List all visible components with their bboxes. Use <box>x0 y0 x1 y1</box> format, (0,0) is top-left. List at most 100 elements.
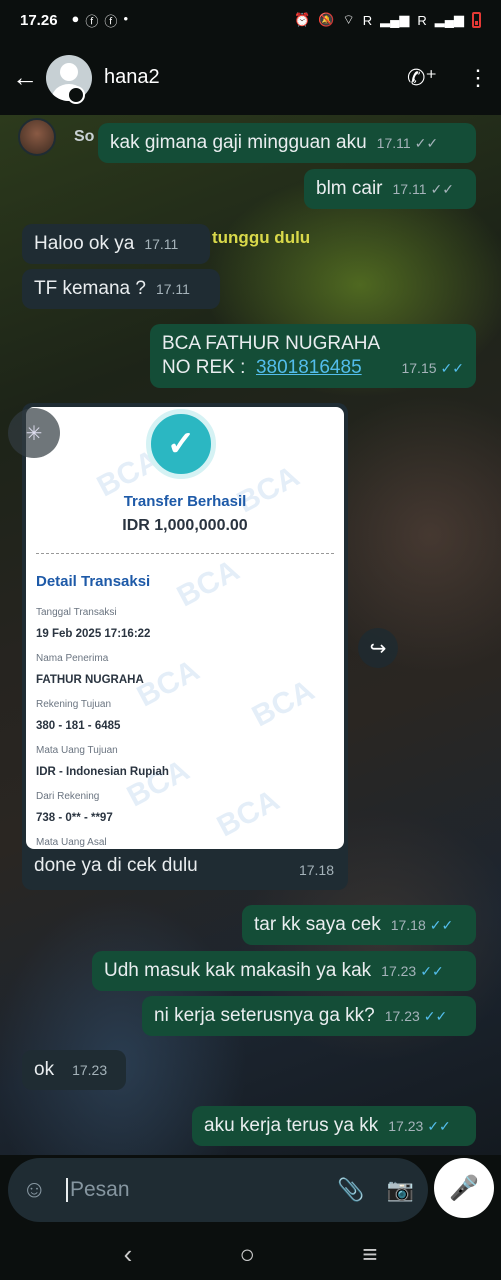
paperclip-icon[interactable]: 📎 <box>337 1177 364 1203</box>
double-check-icon: ✓✓ <box>423 1008 448 1024</box>
message-time: 17.18 <box>390 917 426 933</box>
message-text: Udh masuk kak makasih ya kak <box>104 960 372 981</box>
receipt-title: Transfer Berhasil <box>123 493 247 510</box>
chat-notification-icon: ● <box>71 10 80 26</box>
arrow-left-icon[interactable]: ← <box>12 62 42 93</box>
message-time: 17.11 <box>144 236 179 252</box>
signal-label-2: R <box>417 12 427 28</box>
receipt-label: Nama Penerima <box>36 653 109 664</box>
message-outgoing[interactable]: kak gimana gaji mingguan aku 17.11 ✓✓ <box>98 123 476 163</box>
story-label: So <box>74 128 95 145</box>
chat-header: ← hana2 ✆⁺ ⋮ <box>0 40 501 115</box>
system-nav-bar: ‹ ○ ≡ <box>0 1228 501 1280</box>
nav-home-icon[interactable]: ○ <box>239 1239 255 1270</box>
wallpaper-text: tunggu dulu <box>212 228 311 247</box>
receipt-section-title: Detail Transaksi <box>36 573 151 590</box>
message-outgoing-account[interactable]: BCA FATHUR NUGRAHA NO REK : 3801816485 1… <box>150 324 476 388</box>
receipt-label: Tanggal Transaksi <box>36 607 117 618</box>
message-text: blm cair <box>316 178 383 199</box>
receipt-label: Mata Uang Asal <box>36 837 107 848</box>
watermark: BCA <box>211 783 285 844</box>
watermark: BCA <box>121 753 195 814</box>
alarm-icon: ⏰ <box>294 12 311 27</box>
message-time: 17.23 <box>384 1008 420 1024</box>
facebook-icon-2: ⓕ <box>104 13 118 29</box>
status-ring-icon <box>67 86 85 104</box>
nav-back-icon[interactable]: ‹ <box>124 1239 133 1270</box>
message-text: TF kemana ? <box>34 278 146 299</box>
account-number-link[interactable]: 3801816485 <box>256 356 362 380</box>
receipt-label: Rekening Tujuan <box>36 699 112 710</box>
status-time: 17.26 <box>20 11 58 29</box>
message-time: 17.11 <box>392 181 427 197</box>
nav-recents-icon[interactable]: ≡ <box>362 1239 377 1270</box>
message-incoming[interactable]: TF kemana ? 17.11 <box>22 269 220 309</box>
image-message[interactable]: BCA BCA BCA BCA BCA BCA BCA ✓ Transfer B… <box>22 403 348 890</box>
mute-icon: 🔕 <box>318 12 335 27</box>
message-text: ok <box>34 1059 55 1080</box>
wifi-icon: ⌔ <box>342 12 355 27</box>
microphone-icon[interactable]: 🎤 <box>434 1158 494 1218</box>
receipt-divider <box>36 553 334 554</box>
notification-icons: ● ⓕ ⓕ • <box>72 11 128 30</box>
check-circle-icon: ✓ <box>146 409 216 479</box>
message-time: 17.23 <box>381 963 417 979</box>
watermark: BCA <box>246 673 320 734</box>
double-check-icon: ✓✓ <box>440 360 464 376</box>
message-outgoing[interactable]: tar kk saya cek 17.18 ✓✓ <box>242 905 476 945</box>
add-call-icon[interactable]: ✆⁺ <box>407 65 437 91</box>
contact-name[interactable]: hana2 <box>104 66 160 89</box>
message-time: 17.23 <box>388 1118 424 1134</box>
double-check-icon: ✓✓ <box>414 135 439 151</box>
message-time: 17.15 <box>401 360 437 376</box>
camera-icon[interactable]: 📷 <box>387 1177 414 1203</box>
double-check-icon: ✓✓ <box>430 181 454 197</box>
message-text: aku kerja terus ya kk <box>204 1115 379 1136</box>
signal-icon: ▂▄▆ <box>380 12 410 27</box>
signal-icon-2: ▂▄▆ <box>434 12 464 27</box>
forward-icon[interactable]: ↪ <box>358 628 398 668</box>
message-input[interactable]: Pesan <box>66 1178 315 1202</box>
message-outgoing[interactable]: blm cair 17.11 ✓✓ <box>304 169 476 209</box>
signal-label-1: R <box>362 12 373 28</box>
receipt-label: Mata Uang Tujuan <box>36 745 118 756</box>
facebook-icon: ⓕ <box>85 13 99 29</box>
message-text: tar kk saya cek <box>254 914 381 935</box>
double-check-icon: ✓✓ <box>420 963 444 979</box>
receipt-value: 380 - 181 - 6485 <box>36 720 121 732</box>
story-avatar <box>18 118 56 156</box>
message-outgoing[interactable]: aku kerja terus ya kk 17.23 ✓✓ <box>192 1106 476 1146</box>
message-time: 17.11 <box>376 135 411 151</box>
message-text: ni kerja seterusnya ga kk? <box>154 1005 375 1026</box>
transfer-receipt-image[interactable]: BCA BCA BCA BCA BCA BCA BCA ✓ Transfer B… <box>26 407 344 849</box>
message-outgoing[interactable]: Udh masuk kak makasih ya kak 17.23 ✓✓ <box>92 951 476 991</box>
message-time: 17.23 <box>72 1062 108 1078</box>
receipt-value: 738 - 0** - **97 <box>36 812 113 824</box>
view-once-icon[interactable]: ✳ <box>8 408 60 458</box>
status-bar: 17.26 ● ⓕ ⓕ • ⏰ 🔕 ⌔ R ▂▄▆ R ▂▄▆ <box>0 0 501 40</box>
message-text: Haloo ok ya <box>34 233 135 254</box>
receipt-value: 19 Feb 2025 17:16:22 <box>36 628 151 640</box>
system-icons: ⏰ 🔕 ⌔ R ▂▄▆ R ▂▄▆ <box>294 12 481 28</box>
double-check-icon: ✓✓ <box>429 917 454 933</box>
more-vert-icon[interactable]: ⋮ <box>467 65 489 91</box>
sticker-icon[interactable]: ☺ <box>22 1176 56 1204</box>
receipt-label: Dari Rekening <box>36 791 100 802</box>
receipt-value: IDR - Indonesian Rupiah <box>36 766 169 778</box>
double-check-icon: ✓✓ <box>427 1118 451 1134</box>
watermark: BCA <box>171 553 245 614</box>
message-incoming[interactable]: Haloo ok ya 17.11 <box>22 224 210 264</box>
message-text-line1: BCA FATHUR NUGRAHA <box>162 333 381 354</box>
more-notifications-dot: • <box>123 10 128 26</box>
message-time: 17.18 <box>298 862 334 878</box>
message-outgoing[interactable]: ni kerja seterusnya ga kk? 17.23 ✓✓ <box>142 996 476 1036</box>
battery-icon <box>472 12 481 28</box>
receipt-value: FATHUR NUGRAHA <box>36 674 144 686</box>
message-composer: ☺ Pesan 📎 📷 <box>8 1158 428 1222</box>
message-time: 17.11 <box>155 281 190 297</box>
watermark: BCA <box>231 459 305 520</box>
message-text-line2: NO REK : <box>162 357 256 378</box>
message-incoming[interactable]: ok 17.23 <box>22 1050 126 1090</box>
receipt-amount: IDR 1,000,000.00 <box>122 517 248 534</box>
message-text: kak gimana gaji mingguan aku <box>110 132 367 153</box>
